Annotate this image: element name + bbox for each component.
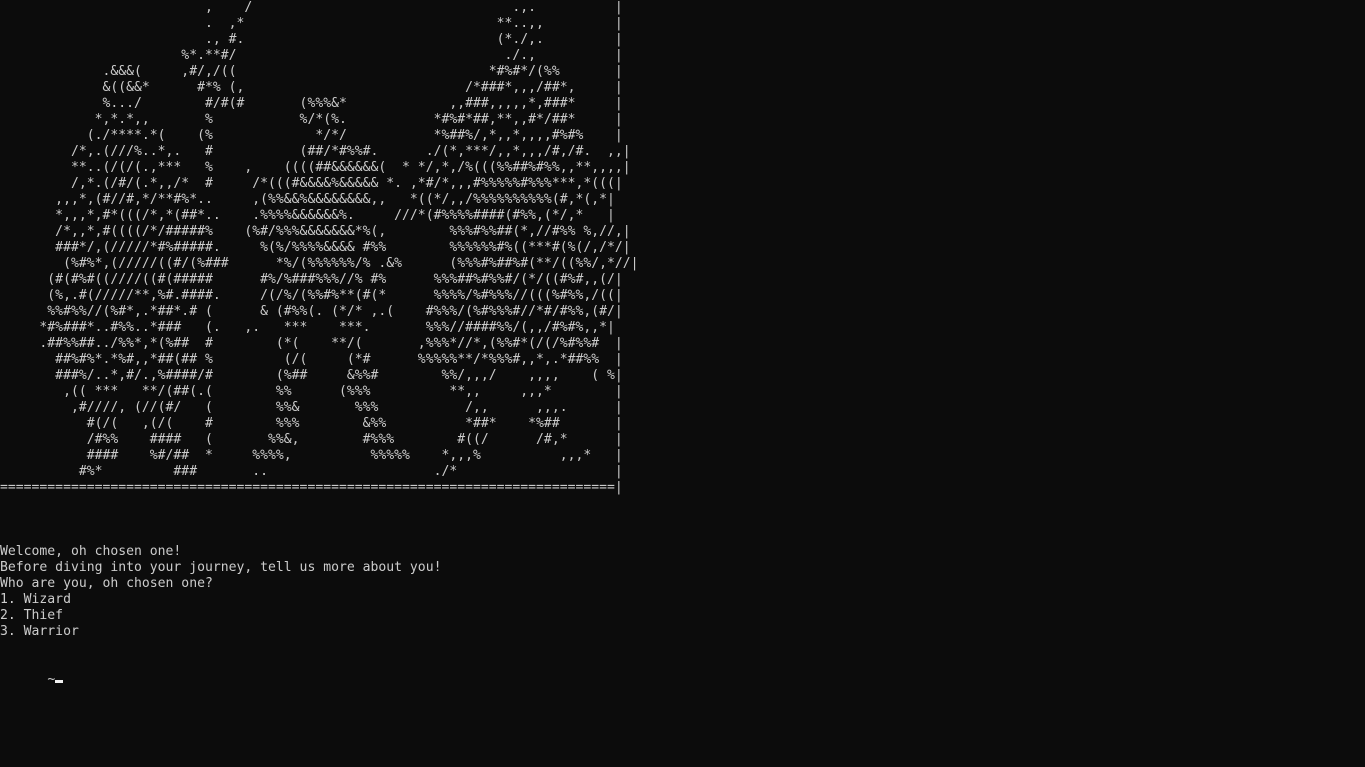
ascii-art-line: . ,* **..,, |: [0, 16, 623, 31]
output-line: Who are you, oh chosen one?: [0, 576, 213, 591]
ascii-art-line: .&&&( ,#/,/(( *#%#*/(%% |: [0, 64, 623, 79]
ascii-art-line: (%#%*,(/////((#/(%### *%/(%%%%%%/% .&% (…: [0, 256, 639, 271]
text-cursor[interactable]: [55, 680, 64, 683]
terminal-window[interactable]: , / .,. | . ,* **..,, | ., #. (*./,. | %…: [0, 0, 1365, 767]
ascii-art-line: ,,,*,(#//#,*/**#%*.. ,(%%&&%&&&&&&&&,, *…: [0, 192, 615, 207]
ascii-art-line: , / .,. |: [0, 0, 623, 15]
ascii-art-line: ###%/..*,#/.,%####/# (%## &%%# %%/,,,/ ,…: [0, 368, 623, 383]
ascii-art-line: %.../ #/#(# (%%%&* ,,###,,,,,*,###* |: [0, 96, 623, 111]
prompt-symbol: ~: [47, 672, 56, 687]
ascii-art-line: %*.**#/ ./., |: [0, 48, 623, 63]
ascii-art-line: %%#%%//(%#*,.*##*.# ( & (#%%(. (*/* ,.( …: [0, 304, 623, 319]
ascii-art-line: (#(#%#((////((#(##### #%/%###%%%//% #% %…: [0, 272, 623, 287]
ascii-art-line: *#%###*..#%%..*### (. ,. *** ***. %%%//#…: [0, 320, 615, 335]
input-prompt-line[interactable]: ~: [0, 656, 441, 687]
ascii-art-line: (%,.#(/////**,%#.####. /(/%/(%%#%**(#(* …: [0, 288, 623, 303]
ascii-art-line: #(/( ,(/( # %%% &%% *##* *%## |: [0, 416, 623, 431]
terminal-output: Welcome, oh chosen one! Before diving int…: [0, 512, 441, 704]
ascii-art-line: ., #. (*./,. |: [0, 32, 623, 47]
ascii-art-line: ###*/,(/////*#%#####. %(%/%%%%&&&& #%% %…: [0, 240, 631, 255]
output-line: 2. Thief: [0, 608, 64, 623]
output-line: 1. Wizard: [0, 592, 71, 607]
ascii-art-banner: , / .,. | . ,* **..,, | ., #. (*./,. | %…: [0, 0, 639, 496]
output-line: Before diving into your journey, tell us…: [0, 560, 442, 575]
ascii-art-line: *,,,*,#*(((/*,*(##*.. .%%%%&&&&&&%. ///*…: [0, 208, 615, 223]
ascii-art-line: &((&&* #*% (, /*###*,,,/##*, |: [0, 80, 623, 95]
ascii-art-line: #### %#/## * %%%%, %%%%% *,,,% ,,,* |: [0, 448, 623, 463]
output-line: 3. Warrior: [0, 624, 79, 639]
ascii-art-line: /#%% #### ( %%&, #%%% #((/ /#,* |: [0, 432, 623, 447]
output-line: Welcome, oh chosen one!: [0, 544, 182, 559]
ascii-art-line: (./****.*( (% */*/ *%##%/,*,,*,,,,#%#% |: [0, 128, 623, 143]
ascii-art-line: ##%#%*.*%#,,*##(## % (/( (*# %%%%%**/*%%…: [0, 352, 623, 367]
ascii-art-line: /,*.(/#/(.*,,/* # /*(((#&&&&%&&&&& *. ,*…: [0, 176, 623, 191]
ascii-art-line: #%* ### .. ./* |: [0, 464, 623, 479]
ascii-art-line: ,#////, (//(#/ ( %%& %%% /,, ,,,. |: [0, 400, 623, 415]
separator-line: ========================================…: [0, 480, 623, 495]
ascii-art-line: *,*.*,, % %/*(%. *#%#*##,**,,#*/##* |: [0, 112, 623, 127]
ascii-art-line: /*,,*,#((((/*/#####% (%#/%%%&&&&&&&*%(, …: [0, 224, 631, 239]
ascii-art-line: **..(/(/(.,*** % , ((((##&&&&&&( * */,*,…: [0, 160, 631, 175]
ascii-art-line: /*,.(///%..*,. # (##/*#%%#. ./(*,***/,,*…: [0, 144, 631, 159]
ascii-art-line: ,(( *** **/(##(.( %% (%%% **,, ,,,* |: [0, 384, 623, 399]
ascii-art-line: .##%%##../%%*,*(%## # (*( **/( ,%%%*//*,…: [0, 336, 623, 351]
